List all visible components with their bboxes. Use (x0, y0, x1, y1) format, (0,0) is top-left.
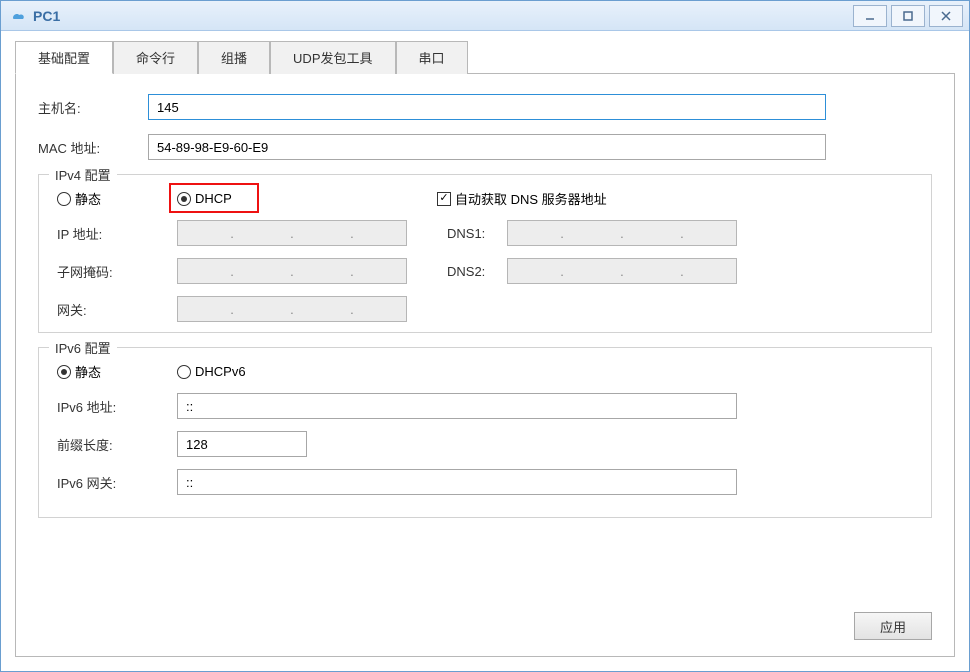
tab-udp[interactable]: UDP发包工具 (270, 41, 395, 74)
mask-label: 子网掩码: (57, 262, 177, 281)
auto-dns-checkbox[interactable]: ✓ 自动获取 DNS 服务器地址 (437, 189, 607, 208)
dns2-input: ... (507, 258, 737, 284)
ipv6-legend: IPv6 配置 (49, 338, 117, 357)
ipv4-mode-row: 静态 DHCP ✓ 自动获取 DNS 服务器地址 (57, 189, 913, 208)
radio-icon (177, 365, 191, 379)
ipv4-fieldset: IPv4 配置 静态 DHCP ✓ 自动获取 DNS 服务器地址 (38, 174, 932, 333)
checkbox-icon: ✓ (437, 192, 451, 206)
maximize-button[interactable] (891, 5, 925, 27)
ipv6-static-radio[interactable]: 静态 (57, 362, 177, 381)
dns2-label: DNS2: (447, 264, 507, 279)
window: PC1 基础配置 命令行 组播 UDP发包工具 串口 主机名: MAC 地址: (0, 0, 970, 672)
hostname-input[interactable] (148, 94, 826, 120)
app-icon (9, 7, 27, 25)
ipv6-dhcpv6-radio[interactable]: DHCPv6 (177, 364, 246, 379)
hostname-label: 主机名: (38, 98, 148, 117)
tab-basic[interactable]: 基础配置 (15, 41, 113, 74)
ipv4-dhcp-label: DHCP (195, 191, 232, 206)
auto-dns-label: 自动获取 DNS 服务器地址 (455, 189, 607, 208)
tab-panel-basic: 主机名: MAC 地址: IPv4 配置 静态 DHCP (15, 74, 955, 657)
ipv6-addr-label: IPv6 地址: (57, 397, 177, 416)
minimize-button[interactable] (853, 5, 887, 27)
gw-input: ... (177, 296, 407, 322)
tab-cli[interactable]: 命令行 (113, 41, 198, 74)
window-title: PC1 (33, 8, 849, 24)
tab-multicast[interactable]: 组播 (198, 41, 270, 74)
gw-label: 网关: (57, 300, 177, 319)
ipv4-static-label: 静态 (75, 189, 101, 208)
radio-icon (57, 192, 71, 206)
ipv4-legend: IPv4 配置 (49, 165, 117, 184)
dns1-label: DNS1: (447, 226, 507, 241)
hostname-row: 主机名: (38, 94, 932, 120)
mask-input: ... (177, 258, 407, 284)
mac-row: MAC 地址: (38, 134, 932, 160)
ipv6-dhcpv6-label: DHCPv6 (195, 364, 246, 379)
ipv6-static-label: 静态 (75, 362, 101, 381)
ip-label: IP 地址: (57, 224, 177, 243)
ipv6-prefix-input[interactable] (177, 431, 307, 457)
radio-icon (57, 365, 71, 379)
titlebar[interactable]: PC1 (1, 1, 969, 31)
tab-bar: 基础配置 命令行 组播 UDP发包工具 串口 (15, 41, 955, 74)
ipv4-grid: IP 地址: ... DNS1: ... (57, 220, 913, 322)
ipv6-addr-input[interactable] (177, 393, 737, 419)
ipv6-fieldset: IPv6 配置 静态 DHCPv6 IPv6 地址: 前 (38, 347, 932, 518)
ipv6-mode-row: 静态 DHCPv6 (57, 362, 913, 381)
ipv6-gw-label: IPv6 网关: (57, 473, 177, 492)
mac-input[interactable] (148, 134, 826, 160)
radio-icon (177, 192, 191, 206)
content-area: 基础配置 命令行 组播 UDP发包工具 串口 主机名: MAC 地址: IPv4… (1, 31, 969, 671)
window-buttons (849, 5, 963, 27)
close-button[interactable] (929, 5, 963, 27)
mac-label: MAC 地址: (38, 138, 148, 157)
tab-serial[interactable]: 串口 (396, 41, 468, 74)
ipv4-static-radio[interactable]: 静态 (57, 189, 177, 208)
ip-input: ... (177, 220, 407, 246)
apply-button[interactable]: 应用 (854, 612, 932, 640)
ipv6-prefix-label: 前缀长度: (57, 435, 177, 454)
ipv4-dhcp-radio[interactable]: DHCP (177, 191, 437, 206)
dns1-input: ... (507, 220, 737, 246)
ipv6-gw-input[interactable] (177, 469, 737, 495)
